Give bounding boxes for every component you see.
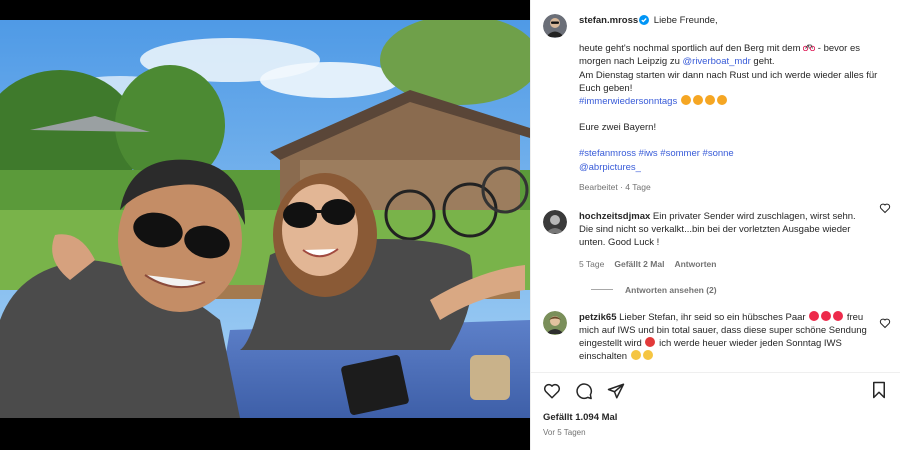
caption-tags: #stefanmross #iws #sommer #sonne @abrpic… xyxy=(579,147,887,173)
comment-likes[interactable]: Gefällt 2 Mal xyxy=(614,258,664,271)
comment-text-a: Lieber Stefan, ihr seid so ein hübsches … xyxy=(619,311,806,323)
avatar[interactable] xyxy=(543,14,567,38)
replies-divider xyxy=(591,289,613,291)
view-replies-label: Antworten ansehen (2) xyxy=(625,284,717,295)
view-replies-button[interactable]: Antworten ansehen (2) xyxy=(591,285,887,295)
hands-emoji-icon xyxy=(630,350,654,362)
bicycle-emoji-icon xyxy=(802,43,816,54)
comment-item: petzik65 Lieber Stefan, ihr seid so ein … xyxy=(543,310,891,364)
post-media[interactable] xyxy=(0,0,530,450)
hashtags-link[interactable]: #stefanmross #iws #sommer #sonne xyxy=(579,148,734,159)
action-icons-right xyxy=(871,381,887,402)
no-entry-emoji-icon xyxy=(644,337,656,349)
action-icons-left xyxy=(543,382,625,400)
likes-count[interactable]: Gefällt 1.094 Mal xyxy=(543,412,887,423)
caption-username[interactable]: stefan.mross xyxy=(579,15,638,26)
comment-icon[interactable] xyxy=(575,382,593,400)
sun-emoji-icon xyxy=(680,95,728,107)
post-photo xyxy=(0,20,530,418)
instagram-post: stefan.mross Liebe Freunde, heute geht's… xyxy=(0,0,900,450)
comment-like-heart-icon[interactable] xyxy=(879,202,891,214)
caption: stefan.mross Liebe Freunde, heute geht's… xyxy=(543,14,887,194)
send-icon[interactable] xyxy=(607,382,625,400)
mention-riverboat-link[interactable]: @riverboat_mdr xyxy=(683,56,751,67)
post-date: Vor 5 Tagen xyxy=(543,428,586,437)
comment-username[interactable]: petzik65 xyxy=(579,312,617,323)
hashtag-immerwiedersonntags-link[interactable]: #immerwiedersonntags xyxy=(579,96,677,107)
action-icons xyxy=(543,381,887,401)
comment-body: hochzeitsdjmax Ein privater Sender wird … xyxy=(579,210,869,271)
action-bar: Gefällt 1.094 Mal Vor 5 Tagen xyxy=(531,372,900,437)
caption-line-2: Am Dienstag starten wir dann nach Rust u… xyxy=(579,69,878,94)
comment-body: petzik65 Lieber Stefan, ihr seid so ein … xyxy=(579,310,869,364)
caption-text: stefan.mross Liebe Freunde, heute geht's… xyxy=(579,14,887,194)
post-sidebar: stefan.mross Liebe Freunde, heute geht's… xyxy=(530,0,900,450)
comment-item: hochzeitsdjmax Ein privater Sender wird … xyxy=(543,203,891,271)
comment-avatar[interactable] xyxy=(543,210,567,235)
bookmark-icon[interactable] xyxy=(871,381,887,399)
heart-emoji-icon xyxy=(808,310,844,323)
comment-like-heart-icon[interactable] xyxy=(879,317,891,329)
caption-meta: Bearbeitet · 4 Tage xyxy=(579,181,651,192)
heart-icon[interactable] xyxy=(543,382,561,400)
comment-meta: 5 Tage Gefällt 2 Mal Antworten xyxy=(579,258,869,271)
caption-signoff: Eure zwei Bayern! xyxy=(579,122,657,134)
comment-time: 5 Tage xyxy=(579,258,605,269)
caption-greeting: Liebe Freunde, xyxy=(653,15,718,26)
credit-mention-link[interactable]: @abrpictures_ xyxy=(579,162,641,173)
caption-line-1a: heute geht's nochmal sportlich auf den B… xyxy=(579,43,801,55)
comments-scroll-area[interactable]: stefan.mross Liebe Freunde, heute geht's… xyxy=(531,0,900,372)
comment-username[interactable]: hochzeitsdjmax xyxy=(579,211,650,222)
caption-paragraph: heute geht's nochmal sportlich auf den B… xyxy=(579,42,887,108)
verified-badge-icon xyxy=(639,15,650,29)
comment-avatar[interactable] xyxy=(543,310,567,335)
caption-line-1c: geht. xyxy=(753,56,775,68)
comment-reply-button[interactable]: Antworten xyxy=(674,258,716,271)
